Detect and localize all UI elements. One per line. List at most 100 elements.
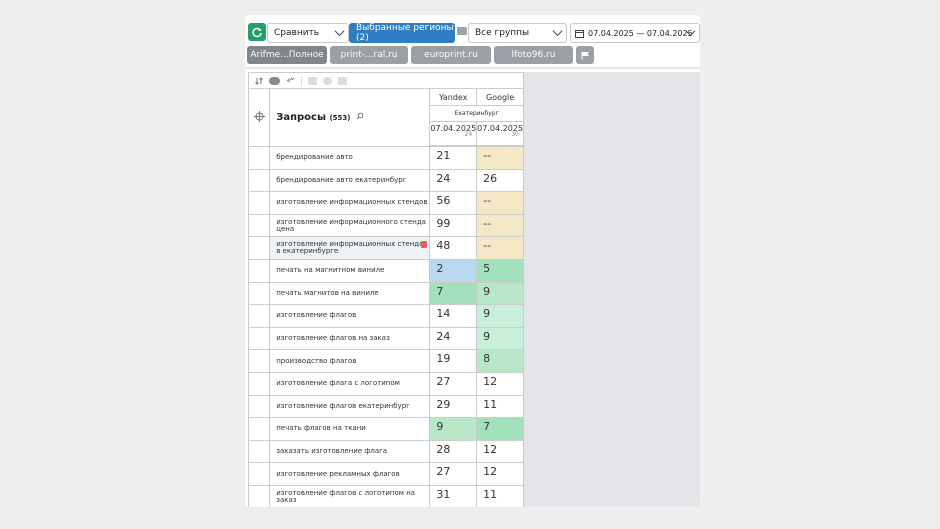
yandex-position: 14	[429, 304, 478, 328]
positions-table: Запросы (553) Yandex Google Екатеринбург…	[248, 88, 524, 507]
table-row[interactable]: заказать изготовление флага 28 12	[248, 439, 524, 464]
row-pin-cell[interactable]	[248, 258, 271, 283]
yandex-position: 27	[429, 462, 478, 486]
row-pin-cell[interactable]	[248, 439, 271, 464]
table-row[interactable]: изготовление информационных стендов 56 --	[248, 191, 524, 215]
google-position: 12	[476, 462, 524, 486]
table-row[interactable]: изготовление информационных стендов в ек…	[248, 236, 524, 260]
row-pin-cell[interactable]	[248, 371, 271, 396]
chart-icon[interactable]	[323, 76, 332, 85]
engine-yandex[interactable]: Yandex	[429, 88, 478, 106]
regions-button[interactable]: Выбранные регионы (2)	[349, 23, 455, 43]
table-row[interactable]: изготовление информационного стенда цена…	[248, 213, 524, 238]
query-text: брендирование авто екатеринбург	[276, 175, 407, 184]
tab-label: europrint.ru	[424, 50, 478, 60]
folder-icon[interactable]	[338, 76, 347, 85]
query-text: изготовление рекламных флагов	[276, 469, 400, 478]
row-pin-cell[interactable]	[248, 281, 271, 306]
row-pin-cell[interactable]	[248, 304, 271, 328]
tab-site-1[interactable]: Arifme...Полное	[247, 46, 327, 64]
queries-count: (553)	[329, 114, 351, 122]
toggle-icon[interactable]	[269, 76, 280, 85]
table-row[interactable]: изготовление рекламных флагов 27 12	[248, 462, 524, 486]
compare-label: Сравнить	[274, 28, 320, 38]
table-row[interactable]: изготовление флагов 14 9	[248, 304, 524, 328]
table-icon-bar	[248, 72, 524, 88]
yandex-position: 24	[429, 168, 478, 193]
row-pin-cell[interactable]	[248, 146, 271, 170]
tab-site-4[interactable]: lfoto96.ru	[494, 46, 573, 64]
row-pin-cell[interactable]	[248, 462, 271, 486]
table-row[interactable]: изготовление флага с логотипом 27 12	[248, 371, 524, 396]
row-pin-cell[interactable]	[248, 394, 271, 419]
sort-icon[interactable]	[255, 76, 263, 85]
google-position: 11	[476, 394, 524, 419]
google-position: --	[476, 191, 524, 215]
table-row[interactable]: изготовление флагов екатеринбург 29 11	[248, 394, 524, 419]
positions-table-wrap: Запросы (553) Yandex Google Екатеринбург…	[248, 72, 524, 507]
tab-site-2[interactable]: print-...ral.ru	[330, 46, 408, 64]
row-pin-cell[interactable]	[248, 349, 271, 373]
query-cell: изготовление флага с логотипом	[269, 371, 431, 396]
tab-site-3[interactable]: europrint.ru	[411, 46, 491, 64]
google-position: 9	[476, 304, 524, 328]
row-pin-cell[interactable]	[248, 168, 271, 193]
query-text: изготовление флагов с логотипом на заказ	[276, 488, 416, 504]
groups-label: Все группы	[475, 28, 530, 38]
query-cell: производство флагов	[269, 349, 431, 373]
date-yandex[interactable]: 07.04.2025 24	[429, 121, 478, 146]
chevron-down-icon	[334, 26, 345, 37]
google-position: --	[476, 213, 524, 238]
table-row[interactable]: печать магнитов на виниле 7 9	[248, 281, 524, 306]
query-text: брендирование авто	[276, 153, 353, 162]
query-cell: брендирование авто	[269, 146, 431, 170]
query-text: печать на магнитном виниле	[276, 266, 385, 275]
groups-select[interactable]: Все группы	[468, 23, 567, 43]
link-icon[interactable]	[286, 76, 295, 85]
toolbar: Сравнить Выбранные регионы (2) Все групп…	[245, 23, 700, 43]
site-tabs: Arifme...Полное print-...ral.ru europrin…	[245, 46, 700, 64]
row-pin-cell[interactable]	[248, 191, 271, 215]
flag-button[interactable]	[576, 46, 594, 64]
export-icon[interactable]	[308, 76, 317, 85]
row-pin-cell[interactable]	[248, 213, 271, 238]
refresh-button[interactable]	[248, 23, 266, 41]
table-row[interactable]: печать на магнитном виниле 2 5	[248, 258, 524, 283]
table-row[interactable]: производство флагов 19 8	[248, 349, 524, 373]
yandex-position: 21	[429, 146, 478, 170]
table-row[interactable]: изготовление флагов на заказ 24 9	[248, 326, 524, 351]
compare-select[interactable]: Сравнить	[267, 23, 349, 43]
regions-label: Выбранные регионы (2)	[356, 23, 454, 43]
date-range-picker[interactable]: 07.04.2025 — 07.04.2025	[570, 23, 700, 43]
query-cell: печать магнитов на виниле	[269, 281, 431, 306]
yandex-position: 19	[429, 349, 478, 373]
yandex-position: 2	[429, 258, 478, 283]
chevron-down-icon	[552, 26, 563, 37]
table-row[interactable]: брендирование авто екатеринбург 24 26	[248, 168, 524, 193]
content-background	[524, 72, 700, 507]
row-pin-cell[interactable]	[248, 236, 271, 260]
query-text: заказать изготовление флага	[276, 447, 388, 456]
folder-icon[interactable]	[457, 27, 467, 35]
table-row[interactable]: изготовление флагов с логотипом на заказ…	[248, 484, 524, 507]
trash-icon[interactable]	[421, 241, 428, 249]
calendar-icon	[575, 29, 584, 38]
date-google[interactable]: 07.04.2025 30	[476, 121, 524, 146]
table-row[interactable]: брендирование авто 21 --	[248, 146, 524, 170]
row-pin-cell[interactable]	[248, 484, 271, 507]
crosshair-icon[interactable]	[253, 111, 265, 122]
google-position: 12	[476, 439, 524, 464]
search-icon[interactable]	[356, 112, 364, 120]
yandex-position: 31	[429, 484, 478, 507]
tab-label: Arifme...Полное	[250, 50, 324, 60]
tab-label: print-...ral.ru	[340, 50, 398, 60]
query-text: изготовление флагов на заказ	[276, 334, 390, 343]
query-text: изготовление флага с логотипом	[276, 379, 400, 388]
google-position: --	[476, 236, 524, 260]
row-pin-cell[interactable]	[248, 417, 271, 441]
row-pin-cell[interactable]	[248, 326, 271, 351]
query-cell: изготовление рекламных флагов	[269, 462, 431, 486]
table-row[interactable]: печать флагов на ткани 9 7	[248, 417, 524, 441]
query-cell: изготовление информационных стендов в ек…	[269, 236, 431, 260]
engine-google[interactable]: Google	[476, 88, 524, 106]
